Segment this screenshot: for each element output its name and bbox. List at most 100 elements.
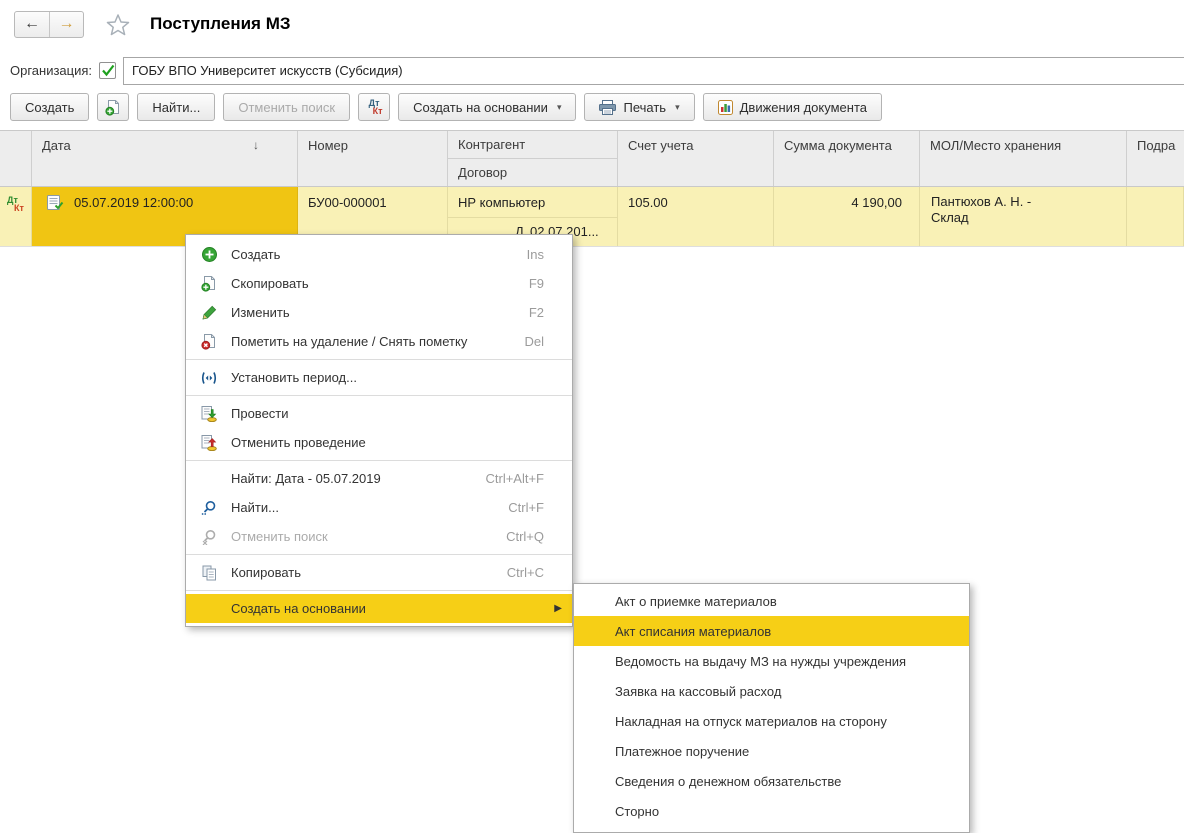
context-menu-item-copy-new[interactable]: Скопировать F9 bbox=[186, 269, 572, 298]
create-button[interactable]: Создать bbox=[10, 93, 89, 121]
menu-label: Отменить поиск bbox=[231, 529, 506, 544]
check-icon bbox=[101, 64, 115, 77]
delete-mark-icon bbox=[198, 333, 220, 350]
organization-checkbox[interactable] bbox=[99, 62, 116, 79]
menu-label: Отменить проведение bbox=[231, 435, 544, 450]
row-date-value: 05.07.2019 12:00:00 bbox=[74, 195, 193, 246]
print-button[interactable]: Печать ▾ bbox=[584, 93, 694, 121]
header-status-column[interactable] bbox=[0, 131, 32, 186]
add-circle-icon bbox=[198, 247, 220, 262]
header-date[interactable]: Дата ↓ bbox=[32, 131, 298, 186]
organization-input[interactable] bbox=[123, 57, 1184, 85]
document-movements-icon bbox=[718, 100, 733, 115]
submenu-item-akt-spisaniya-materialov[interactable]: Акт списания материалов bbox=[574, 616, 969, 646]
header-counterparty-label: Контрагент bbox=[448, 131, 617, 159]
create-based-on-submenu: Акт о приемке материалов Акт списания ма… bbox=[573, 583, 970, 833]
document-movements-label: Движения документа bbox=[740, 100, 867, 115]
submenu-item-vedomost-na-vydachu-mz[interactable]: Ведомость на выдачу МЗ на нужды учрежден… bbox=[574, 646, 969, 676]
table-row[interactable]: ДтКт 05.07.2019 12:00:00 БУ00-000001 НР … bbox=[0, 187, 1184, 247]
menu-separator bbox=[186, 590, 572, 591]
context-menu: Создать Ins Скопировать F9 Изменить F2 bbox=[185, 234, 573, 627]
row-cell-posting-status[interactable]: ДтКт bbox=[0, 187, 32, 246]
context-menu-item-cancel-search: Отменить поиск Ctrl+Q bbox=[186, 522, 572, 551]
cancel-search-button: Отменить поиск bbox=[223, 93, 350, 121]
search-cancel-icon bbox=[198, 529, 220, 545]
header-counterparty-contract[interactable]: Контрагент Договор bbox=[448, 131, 618, 186]
posted-dtkt-icon: ДтКт bbox=[7, 196, 24, 246]
menu-label: Скопировать bbox=[231, 276, 529, 291]
document-posted-icon bbox=[47, 195, 64, 246]
unpost-document-icon bbox=[198, 435, 220, 451]
submenu-item-nakladnaya-na-otpusk[interactable]: Накладная на отпуск материалов на сторон… bbox=[574, 706, 969, 736]
toolbar: Создать Найти... Отменить поиск ДтКт Соз… bbox=[10, 92, 890, 122]
row-cell-amount[interactable]: 4 190,00 bbox=[774, 187, 920, 246]
copy-document-button[interactable] bbox=[97, 93, 129, 121]
table-header: Дата ↓ Номер Контрагент Договор Счет уче… bbox=[0, 130, 1184, 187]
menu-label: Пометить на удаление / Снять пометку bbox=[231, 334, 524, 349]
dtkt-postings-button[interactable]: ДтКт bbox=[358, 93, 390, 121]
organization-label: Организация: bbox=[10, 63, 92, 78]
submenu-item-platezhnoe-poruchenie[interactable]: Платежное поручение bbox=[574, 736, 969, 766]
submenu-item-akt-o-priemke-materialov[interactable]: Акт о приемке материалов bbox=[574, 586, 969, 616]
page-title: Поступления МЗ bbox=[150, 14, 291, 34]
context-menu-item-mark-deletion[interactable]: Пометить на удаление / Снять пометку Del bbox=[186, 327, 572, 356]
document-movements-button[interactable]: Движения документа bbox=[703, 93, 882, 121]
search-icon bbox=[198, 500, 220, 516]
menu-shortcut: F9 bbox=[529, 276, 544, 291]
header-department[interactable]: Подра bbox=[1127, 131, 1184, 186]
sort-descending-icon: ↓ bbox=[253, 138, 259, 186]
context-menu-item-find[interactable]: Найти... Ctrl+F bbox=[186, 493, 572, 522]
context-menu-item-post[interactable]: Провести bbox=[186, 399, 572, 428]
menu-separator bbox=[186, 359, 572, 360]
menu-shortcut: F2 bbox=[529, 305, 544, 320]
menu-label: Копировать bbox=[231, 565, 507, 580]
history-nav-group: ← → bbox=[14, 11, 84, 38]
menu-label: Установить период... bbox=[231, 370, 544, 385]
context-menu-item-create-based-on[interactable]: Создать на основании ▶ bbox=[186, 594, 572, 623]
back-button[interactable]: ← bbox=[15, 12, 49, 37]
find-button[interactable]: Найти... bbox=[137, 93, 215, 121]
submenu-item-svedeniya-o-denezhnom-obyazatelstve[interactable]: Сведения о денежном обязательстве bbox=[574, 766, 969, 796]
print-label: Печать bbox=[623, 100, 666, 115]
context-menu-item-create[interactable]: Создать Ins bbox=[186, 240, 572, 269]
header-amount[interactable]: Сумма документа bbox=[774, 131, 920, 186]
dtkt-icon: ДтКт bbox=[366, 99, 383, 115]
context-menu-item-unpost[interactable]: Отменить проведение bbox=[186, 428, 572, 457]
menu-shortcut: Ins bbox=[527, 247, 544, 262]
organization-filter-row: Организация: bbox=[10, 56, 1184, 85]
menu-label: Найти: Дата - 05.07.2019 bbox=[231, 471, 485, 486]
post-document-icon bbox=[198, 406, 220, 422]
menu-shortcut: Ctrl+Alt+F bbox=[485, 471, 544, 486]
mol-line1: Пантюхов А. Н. - bbox=[931, 194, 1126, 210]
submenu-item-zayavka-na-kassovyj-rashod[interactable]: Заявка на кассовый расход bbox=[574, 676, 969, 706]
context-menu-item-set-period[interactable]: Установить период... bbox=[186, 363, 572, 392]
header-number[interactable]: Номер bbox=[298, 131, 448, 186]
header-mol[interactable]: МОЛ/Место хранения bbox=[920, 131, 1127, 186]
menu-shortcut: Del bbox=[524, 334, 544, 349]
menu-label: Изменить bbox=[231, 305, 529, 320]
header-contract-label: Договор bbox=[448, 159, 617, 186]
set-period-icon bbox=[198, 371, 220, 385]
copy-icon bbox=[198, 565, 220, 581]
menu-label: Создать на основании bbox=[231, 601, 554, 616]
submenu-arrow-icon: ▶ bbox=[554, 603, 562, 614]
context-menu-item-edit[interactable]: Изменить F2 bbox=[186, 298, 572, 327]
copy-document-icon bbox=[198, 275, 220, 292]
forward-button[interactable]: → bbox=[49, 12, 83, 37]
menu-separator bbox=[186, 554, 572, 555]
row-cell-mol[interactable]: Пантюхов А. Н. - Склад bbox=[920, 187, 1127, 246]
printer-icon bbox=[599, 100, 616, 115]
submenu-item-storno[interactable]: Сторно bbox=[574, 796, 969, 826]
row-cell-account[interactable]: 105.00 bbox=[618, 187, 774, 246]
favorite-star-icon[interactable] bbox=[106, 13, 130, 36]
chevron-down-icon: ▾ bbox=[557, 102, 562, 113]
row-counterparty-value: НР компьютер bbox=[448, 187, 617, 218]
row-cell-department[interactable] bbox=[1127, 187, 1184, 246]
create-based-on-label: Создать на основании bbox=[413, 100, 548, 115]
context-menu-item-find-by-date[interactable]: Найти: Дата - 05.07.2019 Ctrl+Alt+F bbox=[186, 464, 572, 493]
create-based-on-button[interactable]: Создать на основании ▾ bbox=[398, 93, 576, 121]
pencil-icon bbox=[198, 305, 220, 320]
header-account[interactable]: Счет учета bbox=[618, 131, 774, 186]
context-menu-item-copy-clipboard[interactable]: Копировать Ctrl+C bbox=[186, 558, 572, 587]
menu-shortcut: Ctrl+Q bbox=[506, 529, 544, 544]
